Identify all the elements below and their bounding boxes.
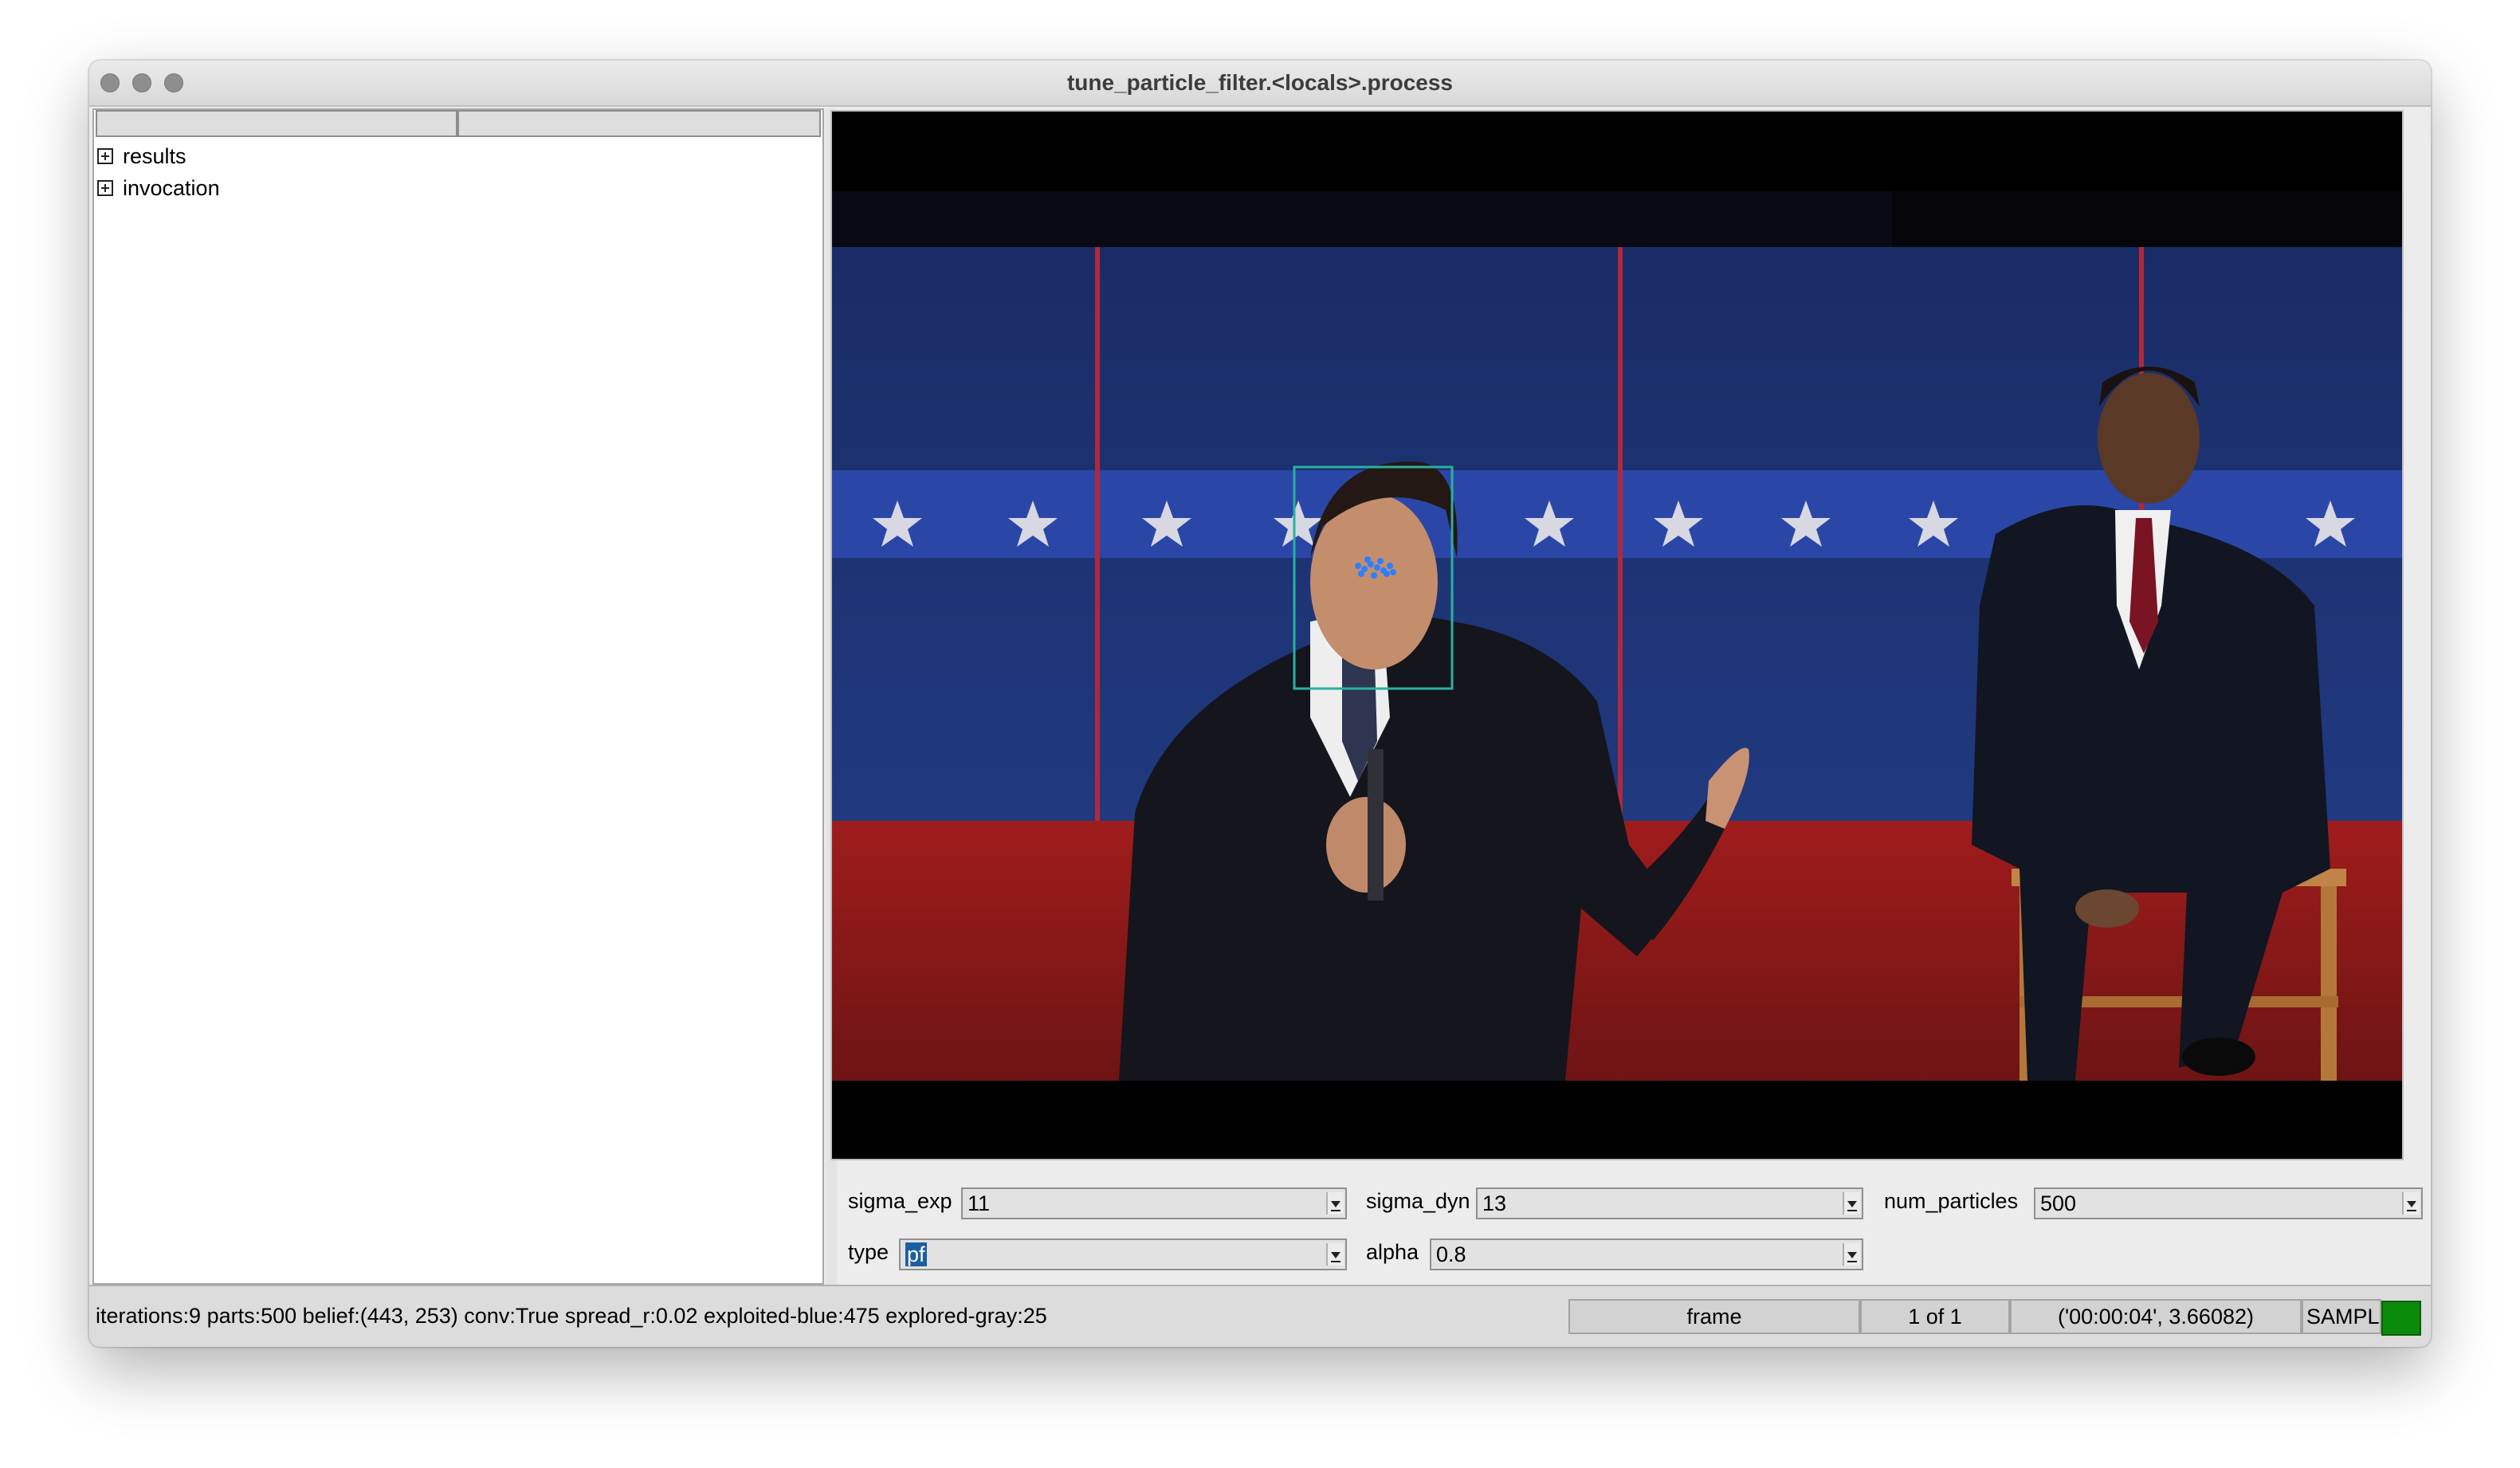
- sigma-dyn-combo[interactable]: 13: [1476, 1187, 1863, 1219]
- sigma-exp-label: sigma_exp: [848, 1189, 952, 1213]
- type-combo[interactable]: pf: [899, 1238, 1347, 1270]
- tree-column-header-1[interactable]: [96, 110, 457, 137]
- tree-item-results[interactable]: results: [97, 142, 186, 171]
- num-particles-value[interactable]: 500: [2040, 1191, 2076, 1215]
- sigma-exp-value[interactable]: 11: [968, 1191, 990, 1215]
- dropdown-arrow-icon[interactable]: [1843, 1192, 1860, 1215]
- status-page-cell: 1 of 1: [1860, 1299, 2010, 1334]
- status-time-cell: ('00:00:04', 3.66082): [2010, 1299, 2302, 1334]
- tree-column-header-2[interactable]: [457, 110, 821, 137]
- sigma-dyn-value[interactable]: 13: [1482, 1191, 1506, 1215]
- window-title: tune_particle_filter.<locals>.process: [1066, 70, 1453, 95]
- tree-pane: results invocation: [92, 108, 824, 1285]
- status-frame-cell: frame: [1568, 1299, 1860, 1334]
- alpha-label: alpha: [1366, 1240, 1419, 1264]
- dropdown-arrow-icon[interactable]: [2402, 1192, 2420, 1215]
- app-window: tune_particle_filter.<locals>.process re…: [89, 61, 2431, 1347]
- dropdown-arrow-icon[interactable]: [1326, 1192, 1344, 1215]
- dropdown-arrow-icon[interactable]: [1326, 1243, 1344, 1266]
- status-indicator: [2381, 1301, 2421, 1336]
- sigma-dyn-label: sigma_dyn: [1366, 1189, 1470, 1213]
- tree-item-label: invocation: [123, 175, 220, 200]
- dropdown-arrow-icon[interactable]: [1843, 1243, 1860, 1266]
- alpha-combo[interactable]: 0.8: [1430, 1238, 1863, 1270]
- num-particles-label: num_particles: [1884, 1189, 2019, 1213]
- sigma-exp-combo[interactable]: 11: [961, 1187, 1347, 1219]
- num-particles-combo[interactable]: 500: [2034, 1187, 2423, 1219]
- type-value[interactable]: pf: [905, 1242, 927, 1266]
- status-bar: iterations:9 parts:500 belief:(443, 253)…: [89, 1285, 2431, 1347]
- status-mode-cell: SAMPL: [2302, 1299, 2381, 1334]
- type-label: type: [848, 1240, 889, 1264]
- title-bar: tune_particle_filter.<locals>.process: [89, 61, 2431, 107]
- status-info-text: iterations:9 parts:500 belief:(443, 253)…: [96, 1304, 1047, 1328]
- expand-icon[interactable]: [97, 148, 113, 164]
- tree-item-label: results: [123, 143, 186, 168]
- video-view[interactable]: [830, 110, 2404, 1160]
- expand-icon[interactable]: [97, 180, 113, 196]
- tree-item-invocation[interactable]: invocation: [97, 174, 220, 202]
- video-frame-image: [832, 191, 2402, 1081]
- alpha-value[interactable]: 0.8: [1436, 1242, 1466, 1266]
